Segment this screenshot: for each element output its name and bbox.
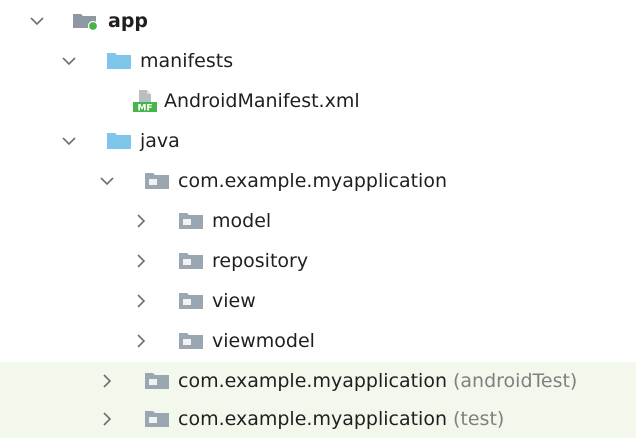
tree-node-suffix: (androidTest) — [453, 369, 578, 392]
tree-node-view[interactable]: view — [0, 282, 636, 320]
tree-node-model[interactable]: model — [0, 202, 636, 240]
tree-node-label: java — [140, 129, 180, 152]
package-folder-icon — [178, 331, 204, 351]
folder-icon — [106, 131, 132, 151]
package-folder-icon — [178, 251, 204, 271]
tree-node-label: com.example.myapplication — [178, 369, 447, 392]
tree-node-label: com.example.myapplication — [178, 169, 447, 192]
folder-icon — [106, 51, 132, 71]
chevron-down-icon[interactable] — [58, 50, 80, 72]
module-folder-icon — [72, 10, 100, 32]
chevron-right-icon[interactable] — [130, 330, 152, 352]
tree-node-label: manifests — [140, 49, 234, 72]
package-folder-icon — [144, 409, 170, 429]
tree-node-viewmodel[interactable]: viewmodel — [0, 322, 636, 360]
tree-node-suffix: (test) — [453, 407, 505, 430]
package-folder-icon — [144, 371, 170, 391]
tree-node-label: model — [212, 209, 272, 232]
manifest-file-icon: MF — [132, 89, 158, 113]
chevron-down-icon[interactable] — [58, 130, 80, 152]
chevron-right-icon[interactable] — [96, 370, 118, 392]
tree-node-manifests[interactable]: manifests — [0, 42, 636, 80]
chevron-right-icon[interactable] — [96, 408, 118, 430]
tree-node-app[interactable]: app — [0, 2, 636, 40]
tree-node-android-manifest[interactable]: MF AndroidManifest.xml — [0, 82, 636, 120]
manifest-badge-text: MF — [137, 104, 152, 114]
package-folder-icon — [178, 291, 204, 311]
tree-node-repository[interactable]: repository — [0, 242, 636, 280]
tree-node-java[interactable]: java — [0, 122, 636, 160]
package-folder-icon — [178, 211, 204, 231]
project-tree: app manifests MF AndroidManifest.xml jav… — [0, 0, 636, 438]
tree-node-label: view — [212, 289, 256, 312]
package-folder-icon — [144, 171, 170, 191]
chevron-right-icon[interactable] — [130, 250, 152, 272]
chevron-down-icon[interactable] — [26, 10, 48, 32]
tree-node-label: app — [108, 9, 149, 32]
tree-node-label: AndroidManifest.xml — [164, 89, 360, 112]
chevron-right-icon[interactable] — [130, 210, 152, 232]
tree-node-label: repository — [212, 249, 309, 272]
tree-node-package-android-test[interactable]: com.example.myapplication (androidTest) — [0, 362, 636, 400]
tree-node-label: viewmodel — [212, 329, 315, 352]
tree-node-package-main[interactable]: com.example.myapplication — [0, 162, 636, 200]
tree-node-package-test[interactable]: com.example.myapplication (test) — [0, 400, 636, 438]
chevron-down-icon[interactable] — [96, 170, 118, 192]
chevron-right-icon[interactable] — [130, 290, 152, 312]
tree-node-label: com.example.myapplication — [178, 407, 447, 430]
